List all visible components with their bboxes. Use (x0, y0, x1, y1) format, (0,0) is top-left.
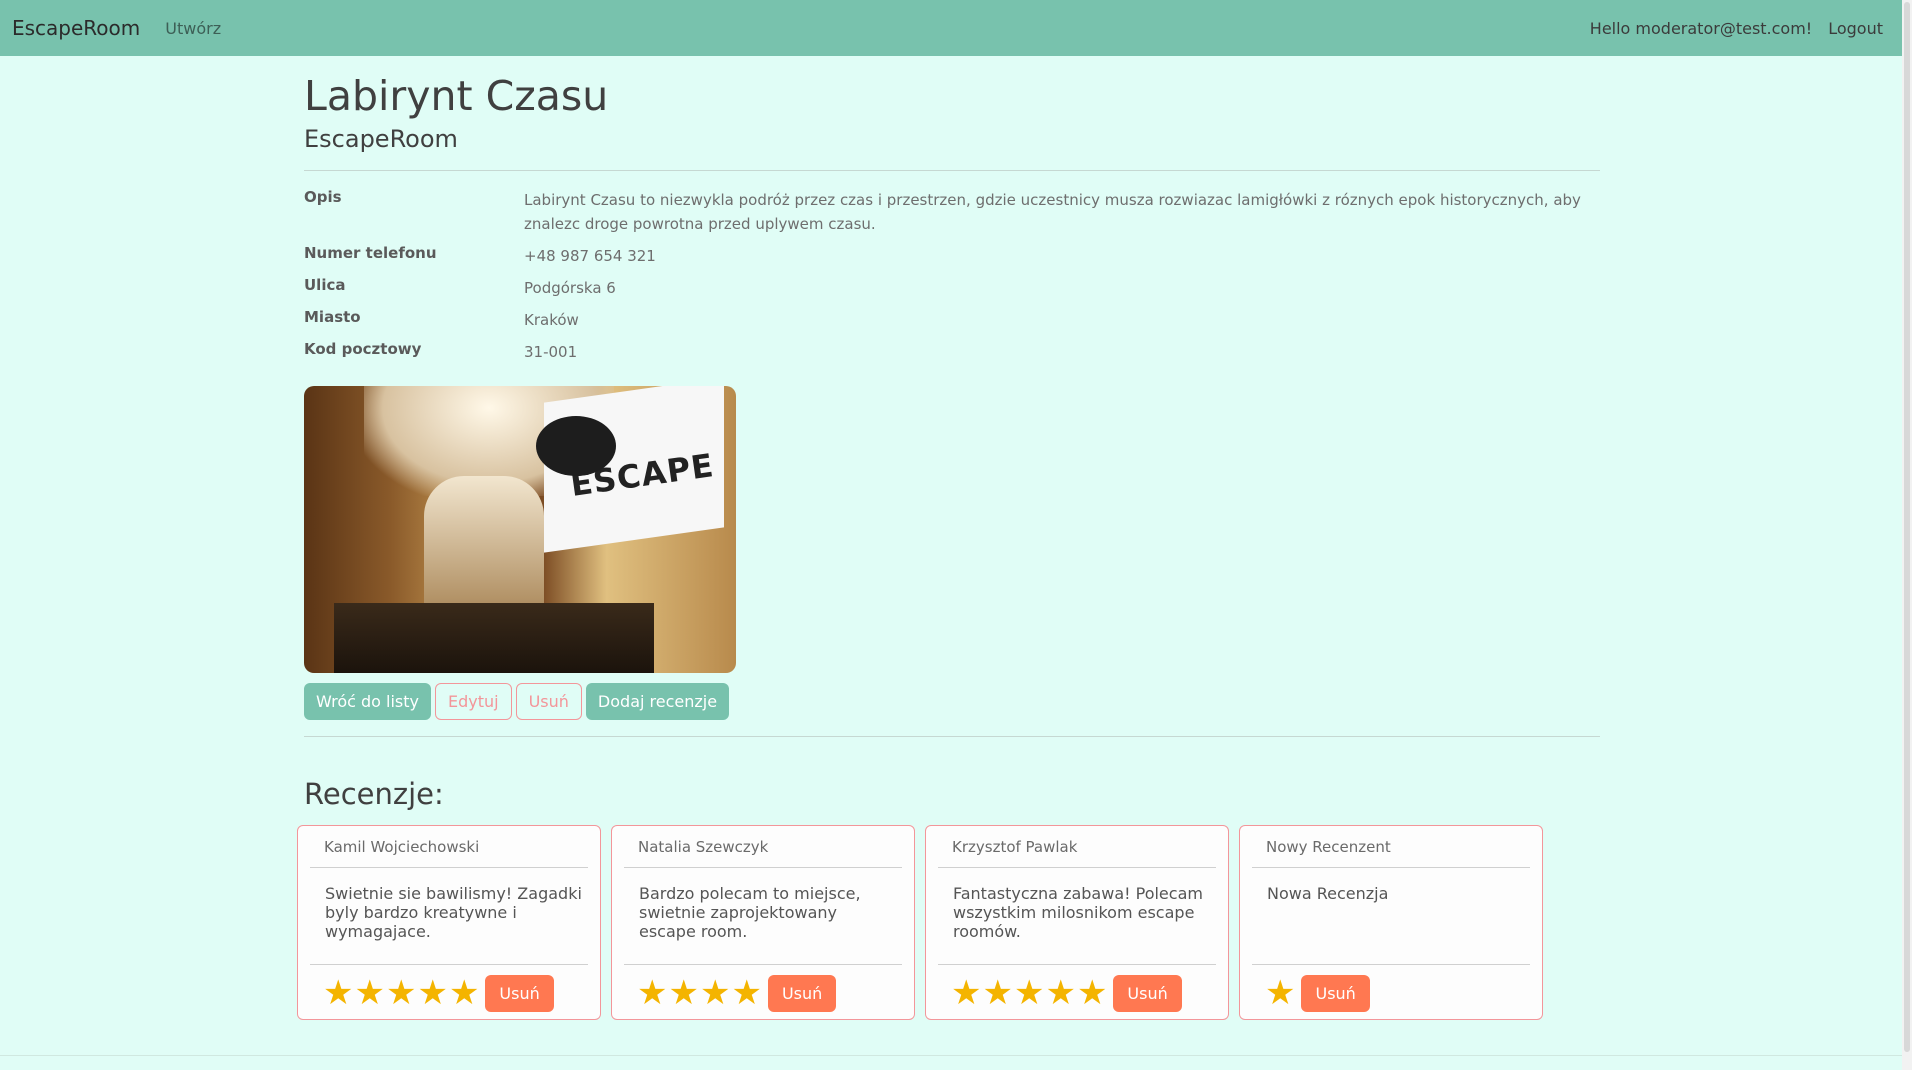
review-text: Fantastyczna zabawa! Polecam wszystkim m… (953, 884, 1203, 942)
star-icon: ★ (1045, 973, 1076, 1014)
review-footer: ★ ★ ★ ★ ★ Usuń (938, 964, 1216, 1021)
detail-label-phone: Numer telefonu (304, 244, 437, 263)
edit-button[interactable]: Edytuj (435, 683, 512, 721)
review-rating: ★ ★ ★ ★ ★ (323, 976, 479, 1010)
footer-divider (0, 1055, 1902, 1056)
navbar: EscapeRoom Utwórz Hello moderator@test.c… (0, 0, 1902, 56)
main-content: Labirynt Czasu EscapeRoom Opis Labirynt … (297, 56, 1600, 1021)
review-rating: ★ (1265, 976, 1295, 1010)
photo-spider-decoration (536, 416, 616, 477)
reviews-list: Kamil Wojciechowski Swietnie sie bawilis… (297, 825, 1600, 1021)
review-author: Nowy Recenzent (1252, 826, 1530, 869)
detail-label-description: Opis (304, 188, 342, 207)
divider (304, 736, 1600, 738)
star-icon: ★ (982, 973, 1013, 1014)
detail-value-street: Podgórska 6 (524, 279, 616, 298)
delete-review-button[interactable]: Usuń (1113, 974, 1182, 1012)
review-author: Natalia Szewczyk (624, 826, 902, 869)
delete-review-button[interactable]: Usuń (767, 974, 837, 1012)
add-review-button[interactable]: Dodaj recenzje (585, 683, 730, 721)
photo-floor (334, 603, 654, 674)
scrollbar-thumb[interactable] (1904, 2, 1910, 1052)
room-photo: ESCAPE (304, 386, 736, 674)
delete-review-button[interactable]: Usuń (485, 974, 554, 1012)
review-footer: ★ ★ ★ ★ ★ Usuń (310, 964, 588, 1021)
detail-label-street: Ulica (304, 276, 346, 295)
review-card: Nowy Recenzent Nowa Recenzja ★ Usuń (1239, 825, 1543, 1021)
star-icon: ★ (637, 973, 668, 1014)
detail-value-postal-code: 31-001 (524, 343, 578, 362)
details-list: Opis Labirynt Czasu to niezwykla podróż … (304, 188, 1600, 364)
nav-user-area: Hello moderator@test.com! Logout (1590, 19, 1890, 38)
star-icon: ★ (354, 973, 385, 1014)
star-icon: ★ (448, 973, 480, 1014)
brand-link[interactable]: EscapeRoom (12, 16, 140, 40)
star-icon: ★ (951, 973, 982, 1014)
action-buttons: Wróć do listy Edytuj Usuń Dodaj recenzje (304, 683, 1600, 721)
reviews-heading: Recenzje: (304, 777, 444, 812)
back-to-list-button[interactable]: Wróć do listy (304, 683, 431, 721)
star-icon: ★ (731, 973, 762, 1014)
detail-label-city: Miasto (304, 308, 361, 327)
review-rating: ★ ★ ★ ★ (637, 976, 762, 1010)
delete-review-button[interactable]: Usuń (1301, 974, 1370, 1012)
review-rating: ★ ★ ★ ★ ★ (951, 976, 1107, 1010)
star-icon: ★ (699, 973, 731, 1014)
star-icon: ★ (1265, 973, 1296, 1014)
star-icon: ★ (1076, 973, 1108, 1014)
review-footer: ★ ★ ★ ★ Usuń (624, 964, 902, 1021)
page-scrollbar[interactable] (1902, 0, 1912, 1070)
review-text: Bardzo polecam to miejsce, swietnie zapr… (639, 884, 861, 942)
review-card: Natalia Szewczyk Bardzo polecam to miejs… (611, 825, 915, 1021)
page-subtitle: EscapeRoom (304, 125, 458, 154)
star-icon: ★ (1013, 973, 1045, 1014)
star-icon: ★ (417, 973, 448, 1014)
review-text: Nowa Recenzja (1267, 884, 1389, 904)
user-greeting[interactable]: Hello moderator@test.com! (1590, 19, 1812, 38)
review-author: Krzysztof Pawlak (938, 826, 1216, 869)
logout-link[interactable]: Logout (1828, 19, 1883, 38)
detail-value-phone: +48 987 654 321 (524, 247, 656, 266)
detail-value-city: Kraków (524, 311, 579, 330)
review-text: Swietnie sie bawilismy! Zagadki byly bar… (325, 884, 582, 942)
detail-value-description: Labirynt Czasu to niezwykla podróż przez… (524, 191, 1581, 234)
star-icon: ★ (323, 973, 354, 1014)
review-card: Krzysztof Pawlak Fantastyczna zabawa! Po… (925, 825, 1229, 1021)
page-title: Labirynt Czasu (304, 72, 609, 120)
star-icon: ★ (668, 973, 699, 1014)
review-footer: ★ Usuń (1252, 964, 1530, 1021)
detail-label-postal-code: Kod pocztowy (304, 340, 422, 359)
nav-create-link[interactable]: Utwórz (165, 19, 221, 38)
review-card: Kamil Wojciechowski Swietnie sie bawilis… (297, 825, 601, 1021)
delete-room-button[interactable]: Usuń (515, 683, 582, 721)
divider (304, 170, 1600, 172)
star-icon: ★ (385, 973, 417, 1014)
review-author: Kamil Wojciechowski (310, 826, 588, 869)
